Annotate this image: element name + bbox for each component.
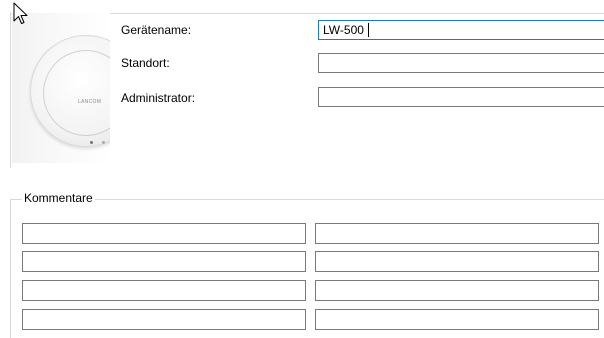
comment-field-8[interactable] <box>315 309 599 330</box>
text-caret <box>368 23 369 37</box>
device-name-label: Gerätename: <box>121 23 192 37</box>
comment-field-4[interactable] <box>315 251 599 272</box>
device-logo: LANCOM <box>78 99 102 105</box>
led-indicator <box>90 141 93 144</box>
led-indicator <box>102 141 105 144</box>
comments-group-border-top <box>10 199 604 200</box>
comment-field-6[interactable] <box>315 280 599 301</box>
mouse-pointer-icon <box>13 2 29 29</box>
device-name-input[interactable] <box>318 20 604 40</box>
comment-field-7[interactable] <box>22 309 306 330</box>
location-input[interactable] <box>318 53 604 73</box>
comment-field-2[interactable] <box>315 223 599 244</box>
administrator-input[interactable] <box>318 87 604 107</box>
comment-field-1[interactable] <box>22 223 306 244</box>
top-group-border-left <box>10 13 11 168</box>
comments-group-border-left <box>10 199 11 338</box>
device-image: LANCOM <box>12 13 110 163</box>
comment-field-3[interactable] <box>22 251 306 272</box>
administrator-label: Administrator: <box>121 91 196 105</box>
location-label: Standort: <box>121 56 170 70</box>
comment-field-5[interactable] <box>22 280 306 301</box>
comments-legend: Kommentare <box>22 191 95 205</box>
